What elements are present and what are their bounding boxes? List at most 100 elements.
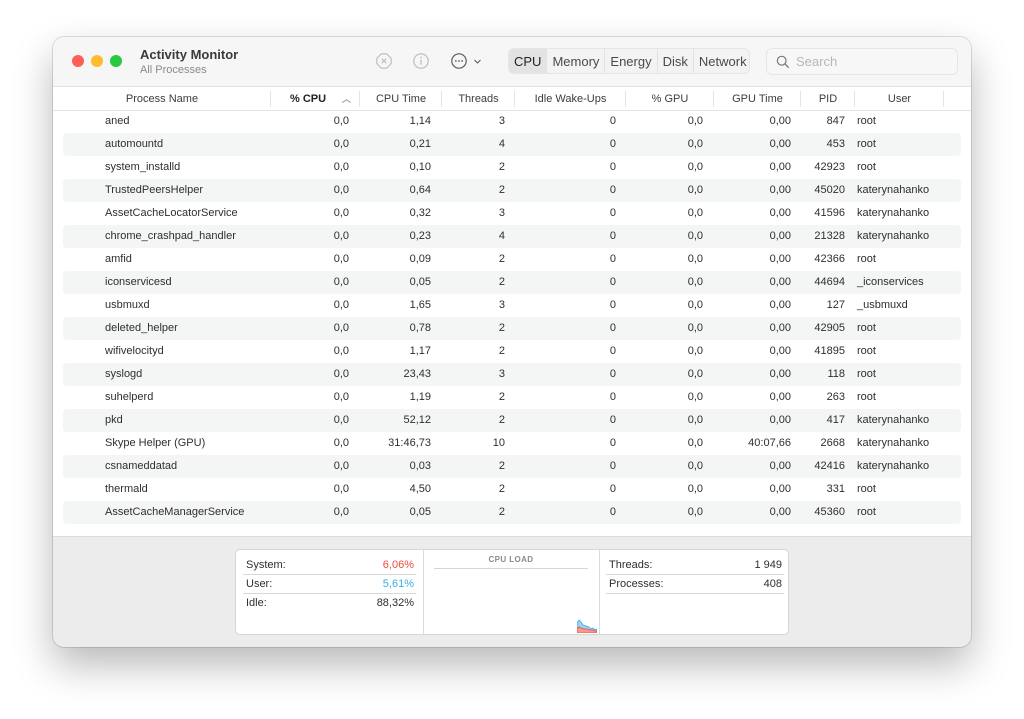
column-header-idle-wake-ups[interactable]: Idle Wake-Ups: [515, 87, 626, 111]
user-cell: katerynahanko: [857, 460, 930, 472]
stop-process-button[interactable]: [374, 51, 394, 71]
table-row[interactable]: suhelperd 0,0 1,19 2 0 0,0 0,00 263 root: [63, 386, 961, 409]
more-actions-button[interactable]: [449, 51, 469, 71]
pid-cell: 263: [826, 391, 845, 403]
column-header-cpu-percent[interactable]: % CPU ︿: [271, 87, 360, 111]
search-input[interactable]: [796, 54, 946, 69]
sort-ascending-icon: ︿: [341, 94, 351, 104]
table-row[interactable]: amfid 0,0 0,09 2 0 0,0 0,00 42366 root: [63, 248, 961, 271]
gpu-percent-cell: 0,0: [687, 138, 703, 150]
table-row[interactable]: usbmuxd 0,0 1,65 3 0 0,0 0,00 127 _usbmuxd: [63, 294, 961, 317]
tab-memory[interactable]: Memory: [547, 49, 606, 73]
pid-cell: 45020: [814, 184, 845, 196]
cpu-percent-cell: 0,0: [333, 483, 349, 495]
idle-label: Idle:: [246, 597, 267, 609]
idle-wake-ups-cell: 0: [609, 414, 616, 426]
user-cell: root: [857, 115, 876, 127]
table-row[interactable]: TrustedPeersHelper 0,0 0,64 2 0 0,0 0,00 45020 k…: [63, 179, 961, 202]
idle-stat: Idle: 88,32%: [243, 594, 416, 613]
threads-cell: 10: [492, 437, 505, 449]
cpu-load-graph: [577, 619, 597, 633]
table-row[interactable]: iconservicesd 0,0 0,05 2 0 0,0 0,00 44694 _icons…: [63, 271, 961, 294]
user-cell: katerynahanko: [857, 414, 930, 426]
idle-wake-ups-cell: 0: [609, 345, 616, 357]
idle-wake-ups-cell: 0: [609, 276, 616, 288]
column-header-gpu-time[interactable]: GPU Time: [714, 87, 801, 111]
pid-cell: 847: [826, 115, 845, 127]
activity-monitor-window: Activity Monitor All Processes CPU Memor…: [53, 37, 971, 647]
tab-cpu[interactable]: CPU: [509, 49, 548, 73]
tab-energy[interactable]: Energy: [605, 49, 658, 73]
table-row[interactable]: automountd 0,0 0,21 4 0 0,0 0,00 453 root: [63, 133, 961, 156]
table-row[interactable]: AssetCacheLocatorService 0,0 0,32 3 0 0,0 0,00…: [63, 202, 961, 225]
process-name-cell: usbmuxd: [105, 299, 150, 311]
cpu-time-cell: 1,17: [409, 345, 431, 357]
thread-process-counts: Threads: 1 949 Processes: 408: [600, 550, 790, 634]
gpu-percent-cell: 0,0: [687, 184, 703, 196]
processes-value: 408: [763, 578, 782, 590]
table-row[interactable]: AssetCacheManagerService 0,0 0,05 2 0 0,0 0,00…: [63, 501, 961, 524]
gpu-percent-cell: 0,0: [687, 437, 703, 449]
user-cell: katerynahanko: [857, 207, 930, 219]
gpu-time-cell: 0,00: [769, 368, 791, 380]
table-row[interactable]: pkd 0,0 52,12 2 0 0,0 0,00 417 katerynahanko: [63, 409, 961, 432]
cpu-time-cell: 0,23: [409, 230, 431, 242]
threads-cell: 2: [498, 276, 505, 288]
gpu-time-cell: 0,00: [769, 299, 791, 311]
cpu-time-cell: 0,64: [409, 184, 431, 196]
table-row[interactable]: thermald 0,0 4,50 2 0 0,0 0,00 331 root: [63, 478, 961, 501]
tab-network[interactable]: Network: [694, 49, 749, 73]
column-header-process-name[interactable]: Process Name: [53, 87, 271, 111]
pid-cell: 44694: [814, 276, 845, 288]
column-header-pid[interactable]: PID: [801, 87, 855, 111]
table-row[interactable]: wifivelocityd 0,0 1,17 2 0 0,0 0,00 41895 root: [63, 340, 961, 363]
process-name-cell: system_installd: [105, 161, 181, 173]
threads-stat: Threads: 1 949: [606, 556, 784, 575]
zoom-window-button[interactable]: [110, 55, 122, 67]
process-name-cell: amfid: [105, 253, 132, 265]
table-row[interactable]: aned 0,0 1,14 3 0 0,0 0,00 847 root: [63, 110, 961, 133]
user-cell: root: [857, 138, 876, 150]
column-header-threads[interactable]: Threads: [442, 87, 515, 111]
gpu-percent-cell: 0,0: [687, 483, 703, 495]
gpu-time-cell: 0,00: [769, 460, 791, 472]
close-window-button[interactable]: [72, 55, 84, 67]
table-row[interactable]: Skype Helper (GPU) 0,0 31:46,73 10 0 0,0 40:07…: [63, 432, 961, 455]
cpu-percent-cell: 0,0: [333, 437, 349, 449]
tab-disk[interactable]: Disk: [658, 49, 694, 73]
search-icon: [776, 55, 790, 68]
column-header-gpu-percent[interactable]: % GPU: [626, 87, 714, 111]
gpu-time-cell: 0,00: [769, 138, 791, 150]
cpu-time-cell: 0,05: [409, 506, 431, 518]
idle-value: 88,32%: [376, 597, 414, 609]
inspect-process-button[interactable]: [411, 51, 431, 71]
column-header-cpu-time[interactable]: CPU Time: [360, 87, 442, 111]
process-name-cell: Skype Helper (GPU): [105, 437, 206, 449]
column-header-cpu-percent-label: % CPU: [290, 93, 327, 105]
table-row[interactable]: chrome_crashpad_handler 0,0 0,23 4 0 0,0 0,00 2…: [63, 225, 961, 248]
table-row[interactable]: syslogd 0,0 23,43 3 0 0,0 0,00 118 root: [63, 363, 961, 386]
table-row[interactable]: system_installd 0,0 0,10 2 0 0,0 0,00 42923 root: [63, 156, 961, 179]
table-row[interactable]: deleted_helper 0,0 0,78 2 0 0,0 0,00 42905 root: [63, 317, 961, 340]
cpu-percent-cell: 0,0: [333, 161, 349, 173]
cpu-time-cell: 23,43: [403, 368, 431, 380]
idle-wake-ups-cell: 0: [609, 184, 616, 196]
pid-cell: 127: [826, 299, 845, 311]
gpu-percent-cell: 0,0: [687, 460, 703, 472]
pid-cell: 331: [826, 483, 845, 495]
gpu-percent-cell: 0,0: [687, 368, 703, 380]
pid-cell: 42923: [814, 161, 845, 173]
gpu-percent-cell: 0,0: [687, 299, 703, 311]
pid-cell: 41895: [814, 345, 845, 357]
search-field[interactable]: [766, 48, 958, 75]
process-name-cell: suhelperd: [105, 391, 154, 403]
table-row[interactable]: csnameddatad 0,0 0,03 2 0 0,0 0,00 42416 kateryn…: [63, 455, 961, 478]
cpu-percent-cell: 0,0: [333, 253, 349, 265]
threads-cell: 4: [498, 138, 505, 150]
cpu-percent-cell: 0,0: [333, 345, 349, 357]
more-actions-dropdown[interactable]: [471, 51, 483, 71]
idle-wake-ups-cell: 0: [609, 115, 616, 127]
minimize-window-button[interactable]: [91, 55, 103, 67]
column-header-user[interactable]: User: [855, 87, 944, 111]
threads-cell: 2: [498, 161, 505, 173]
